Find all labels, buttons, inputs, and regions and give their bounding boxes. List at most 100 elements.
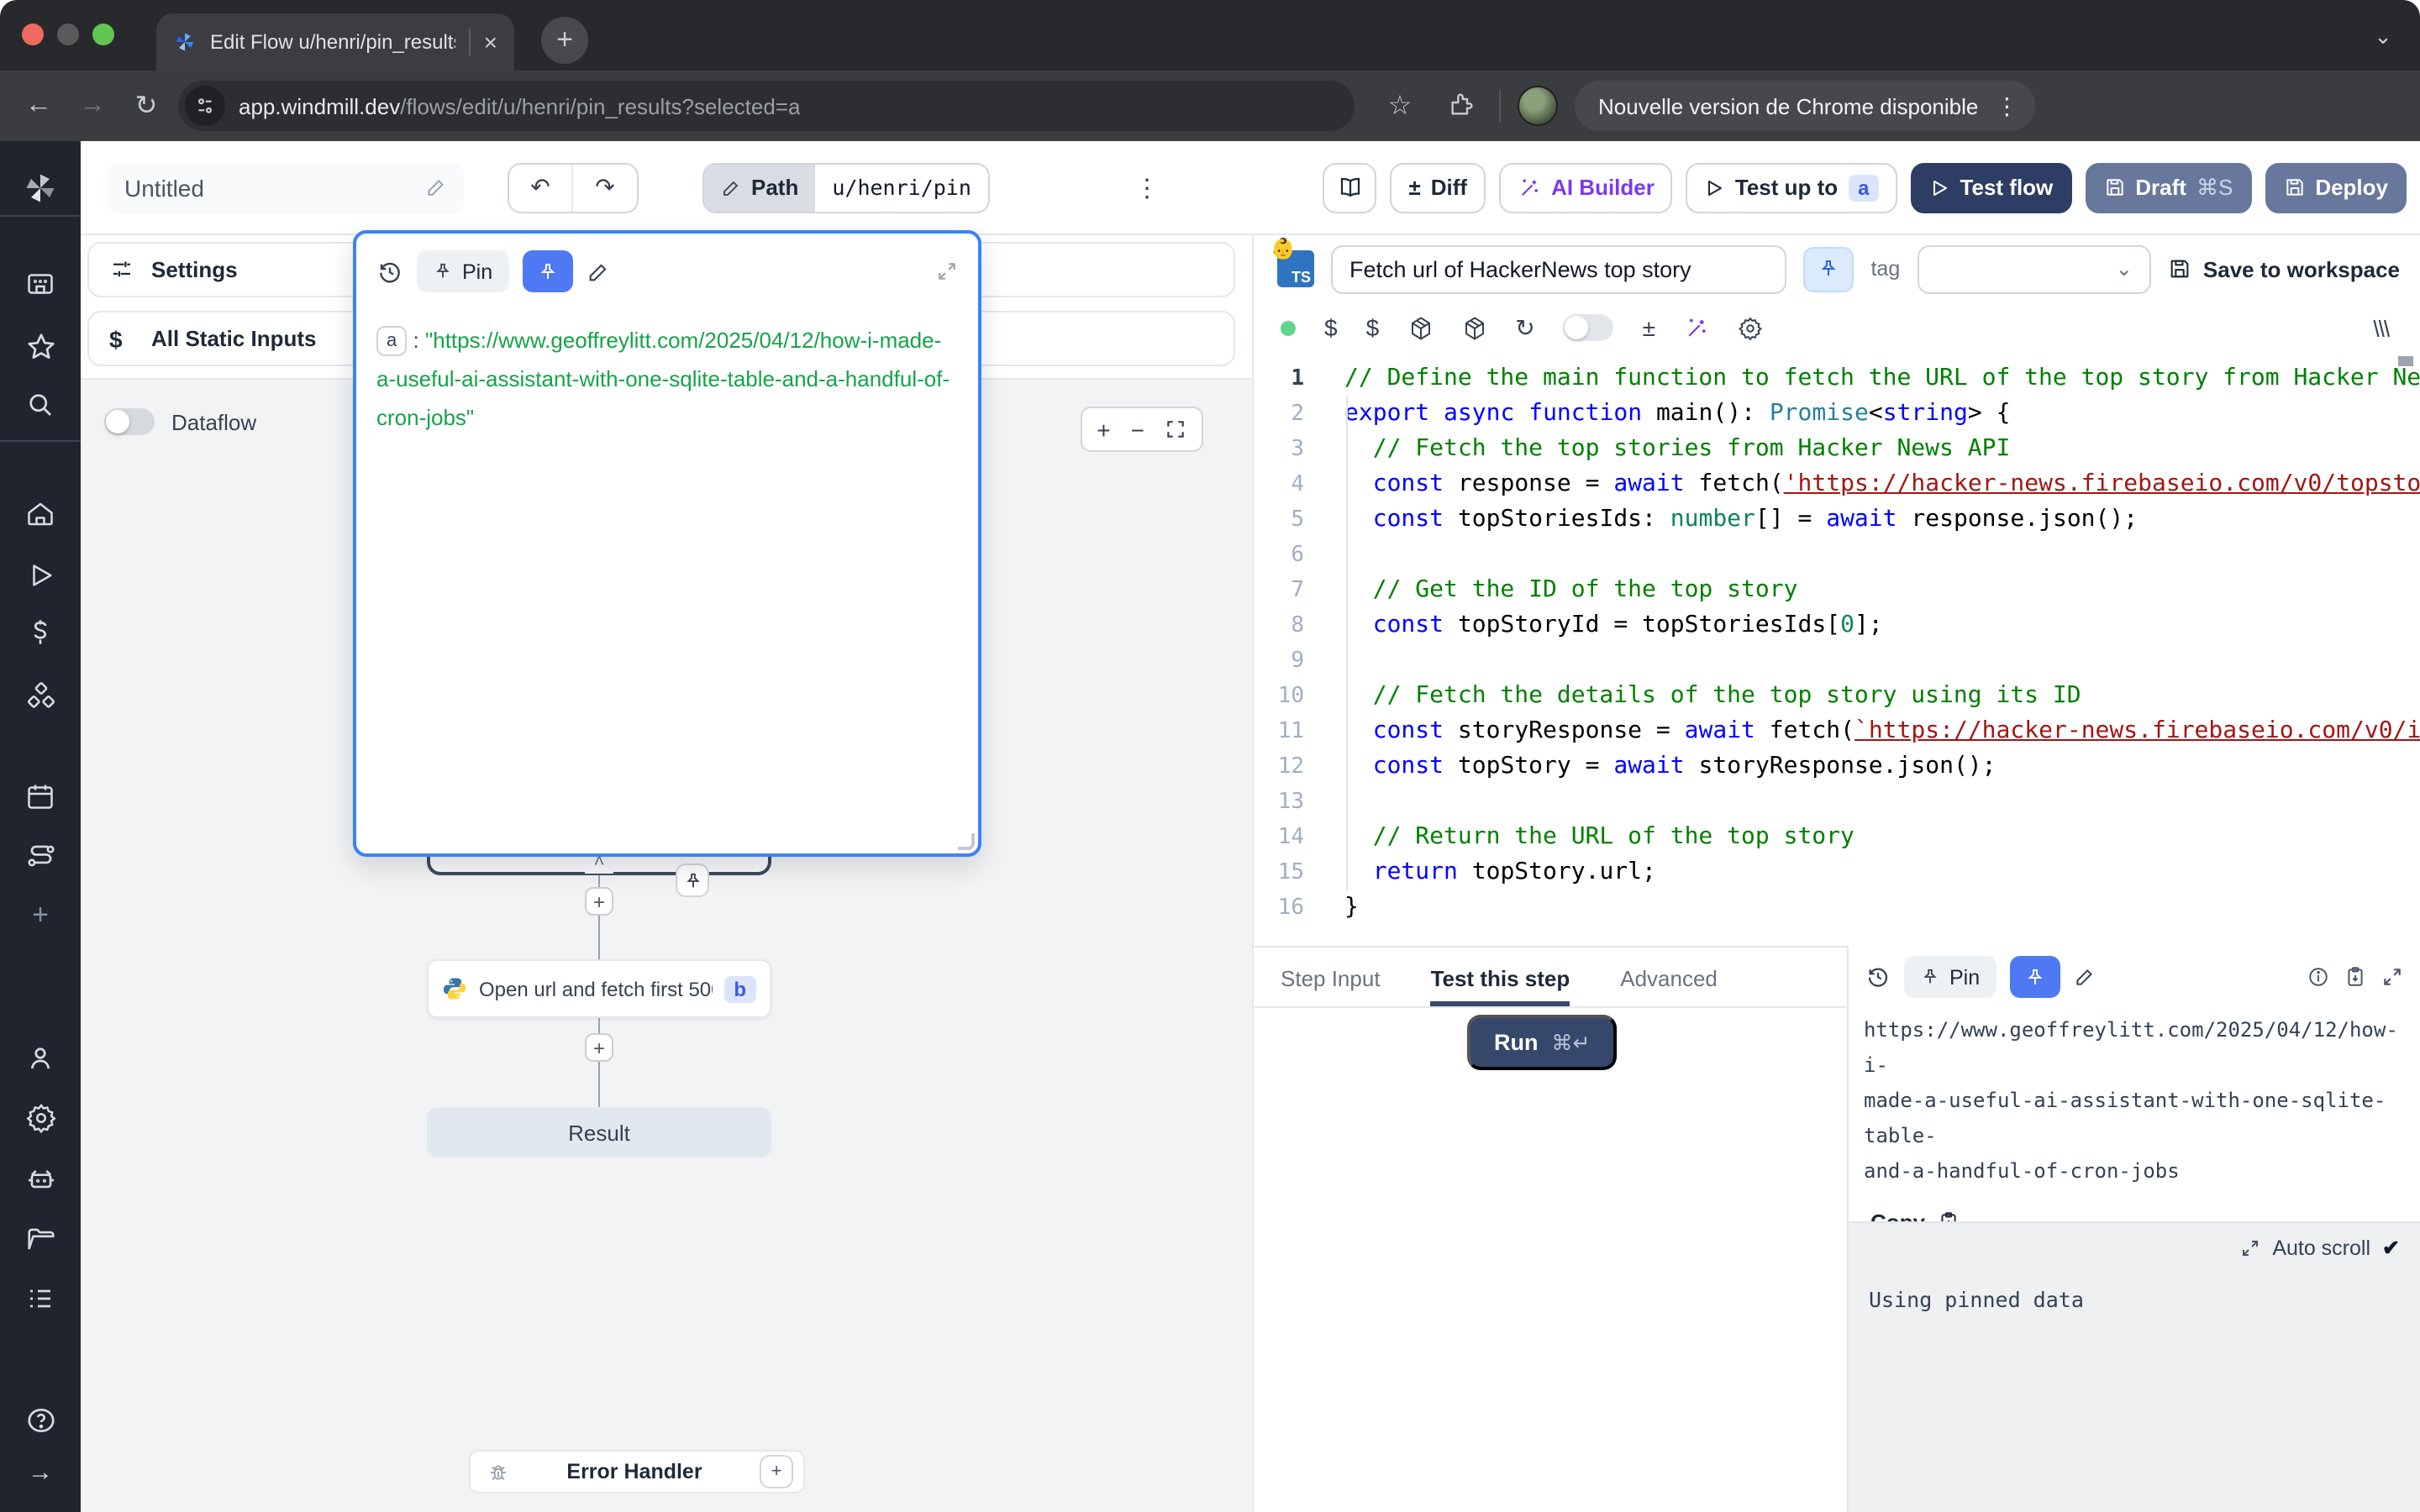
gear-icon[interactable] — [1738, 315, 1763, 340]
node-pin-badge[interactable] — [676, 864, 709, 897]
code-line[interactable]: 3 // Fetch the top stories from Hacker N… — [1254, 432, 2420, 467]
code-line[interactable]: 8 const topStoryId = topStoriesIds[0]; — [1254, 608, 2420, 643]
code-editor[interactable]: 1// Define the main function to fetch th… — [1254, 353, 2420, 946]
browser-tab[interactable]: Edit Flow u/henri/pin_results × — [156, 13, 514, 71]
chrome-update-button[interactable]: Nouvelle version de Chrome disponible ⋮ — [1575, 81, 2035, 131]
code-line[interactable]: 2export async function main(): Promise<s… — [1254, 396, 2420, 432]
sidebar-item-workers[interactable] — [0, 1158, 81, 1201]
pin-active-toggle[interactable] — [523, 250, 573, 292]
chrome-menu-icon[interactable]: ⋮ — [1995, 92, 2018, 120]
sidebar-item-help[interactable] — [0, 1398, 81, 1441]
variables-icon[interactable]: $ — [1324, 314, 1338, 341]
fullscreen-icon[interactable] — [2381, 966, 2403, 988]
zoom-out-icon[interactable]: − — [1131, 417, 1144, 441]
fit-view-icon[interactable] — [1165, 418, 1186, 440]
edit-pin-icon[interactable] — [587, 260, 610, 283]
save-to-workspace-button[interactable]: Save to workspace — [2168, 256, 2407, 281]
expand-popup-icon[interactable] — [936, 260, 958, 282]
test-up-to-button[interactable]: Test up to a — [1686, 162, 1898, 213]
path-chip[interactable]: Path u/henri/pin — [702, 162, 990, 213]
code-line[interactable]: 6 — [1254, 538, 2420, 573]
sidebar-expand-icon[interactable]: → — [0, 1450, 81, 1494]
add-error-handler-button[interactable]: + — [760, 1455, 793, 1488]
test-flow-button[interactable]: Test flow — [1912, 162, 2072, 213]
step-title-input[interactable]: Fetch url of HackerNews top story — [1331, 244, 1786, 293]
history-icon[interactable] — [376, 258, 403, 285]
sidebar-item-add[interactable]: + — [0, 894, 81, 937]
tab-close-icon[interactable]: × — [484, 30, 497, 54]
address-bar[interactable]: app.windmill.dev/flows/edit/u/henri/pin_… — [178, 81, 1355, 131]
resources-icon[interactable]: $ — [1366, 314, 1380, 341]
collapse-chevron-icon[interactable]: ˄ — [585, 855, 613, 874]
draft-button[interactable]: Draft ⌘S — [2085, 162, 2251, 213]
history-icon[interactable] — [1865, 964, 1891, 990]
sidebar-item-settings[interactable] — [0, 1095, 81, 1139]
diff-icon[interactable]: ± — [1643, 314, 1655, 341]
code-line[interactable]: 16} — [1254, 890, 2420, 926]
ai-builder-button[interactable]: AI Builder — [1499, 162, 1673, 213]
edit-pin-icon[interactable] — [2074, 966, 2096, 988]
diff-button[interactable]: ± Diff — [1390, 162, 1486, 213]
reload-icon[interactable]: ↻ — [124, 84, 168, 128]
flow-name-field[interactable]: Untitled — [108, 162, 464, 213]
result-node[interactable]: Result — [427, 1107, 771, 1158]
flow-more-icon[interactable]: ⋮ — [1134, 172, 1160, 202]
info-icon[interactable] — [2307, 966, 2329, 988]
scrollbar-thumb[interactable] — [2398, 356, 2413, 366]
sidebar-item-resources[interactable] — [0, 674, 81, 717]
code-line[interactable]: 14 // Return the URL of the top story — [1254, 820, 2420, 855]
sidebar-item-workspace[interactable] — [0, 262, 81, 306]
resize-handle[interactable] — [958, 833, 975, 850]
tab-search-icon[interactable]: ⌄ — [2363, 17, 2403, 57]
pin-toggle-button[interactable] — [1803, 246, 1854, 291]
check-icon[interactable]: ✔ — [2382, 1235, 2400, 1260]
back-icon[interactable]: ← — [17, 84, 60, 128]
run-button[interactable]: Run ⌘↵ — [1467, 1015, 1617, 1070]
code-line[interactable]: 7 // Get the ID of the top story — [1254, 573, 2420, 608]
redo-button[interactable]: ↷ — [573, 164, 637, 211]
sidebar-item-schedules[interactable] — [0, 774, 81, 818]
pin-button[interactable]: Pin — [417, 250, 509, 292]
error-handler-node[interactable]: Error Handler + — [469, 1450, 805, 1494]
library-icon[interactable] — [2368, 315, 2393, 340]
zoom-in-icon[interactable]: + — [1097, 417, 1110, 441]
sidebar-item-users[interactable] — [0, 1037, 81, 1080]
code-line[interactable]: 11 const storyResponse = await fetch(`ht… — [1254, 714, 2420, 749]
deploy-button[interactable]: Deploy — [2265, 162, 2407, 213]
ai-wand-icon[interactable] — [1684, 315, 1709, 340]
sidebar-item-runs[interactable] — [0, 553, 81, 596]
insert-step-button[interactable]: + — [585, 887, 613, 916]
code-line[interactable]: 13 — [1254, 785, 2420, 820]
flow-node-b[interactable]: Open url and fetch first 500 words of ..… — [427, 959, 771, 1018]
new-tab-button[interactable]: + — [541, 17, 588, 64]
pinned-result-url[interactable]: https://www.geoffreylitt.com/2025/04/12/… — [1849, 1008, 2420, 1189]
code-line[interactable]: 9 — [1254, 643, 2420, 679]
sidebar-item-logs[interactable] — [0, 1277, 81, 1320]
site-info-icon[interactable] — [185, 86, 225, 126]
extensions-icon[interactable] — [1439, 84, 1482, 128]
reset-icon[interactable]: ↻ — [1515, 313, 1534, 342]
code-line[interactable]: 10 // Fetch the details of the top story… — [1254, 679, 2420, 714]
tab-test-this-step[interactable]: Test this step — [1431, 966, 1570, 1006]
code-line[interactable]: 5 const topStoriesIds: number[] = await … — [1254, 502, 2420, 538]
code-line[interactable]: 15 return topStory.url; — [1254, 855, 2420, 890]
code-line[interactable]: 1// Define the main function to fetch th… — [1254, 361, 2420, 396]
expand-icon[interactable] — [2240, 1237, 2260, 1257]
forward-icon[interactable]: → — [71, 84, 114, 128]
tab-advanced[interactable]: Advanced — [1620, 966, 1718, 1006]
code-line[interactable]: 12 const topStory = await storyResponse.… — [1254, 749, 2420, 785]
sidebar-item-routes[interactable] — [0, 833, 81, 877]
sidebar-item-favorites[interactable] — [0, 324, 81, 368]
window-minimize-button[interactable] — [57, 24, 79, 45]
package-icon[interactable] — [1461, 315, 1486, 340]
sidebar-item-search[interactable] — [0, 383, 81, 427]
edit-pencil-icon[interactable] — [425, 176, 447, 198]
clipboard-icon[interactable] — [2344, 966, 2366, 988]
undo-button[interactable]: ↶ — [509, 164, 573, 211]
window-zoom-button[interactable] — [92, 24, 114, 45]
pin-button[interactable]: Pin — [1904, 956, 1996, 998]
sidebar-item-folders[interactable] — [0, 1216, 81, 1260]
insert-step-button[interactable]: + — [585, 1033, 613, 1062]
tab-step-input[interactable]: Step Input — [1281, 966, 1381, 1006]
sidebar-item-variables[interactable] — [0, 612, 81, 655]
